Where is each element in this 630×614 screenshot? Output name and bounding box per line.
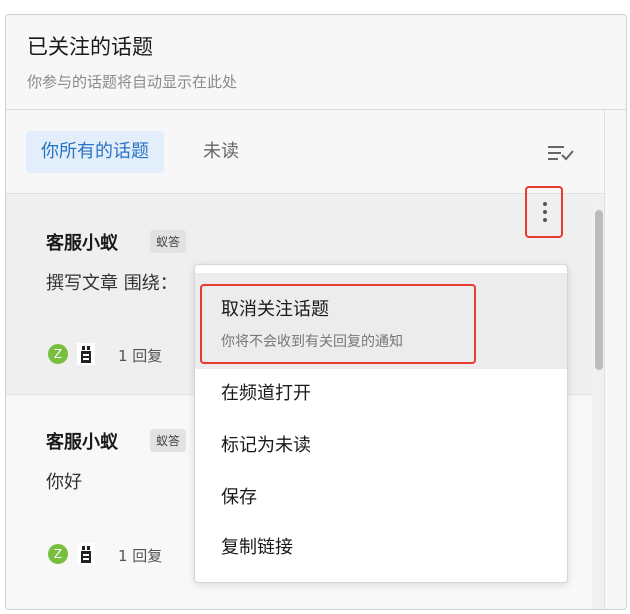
topic-badge: 蚁答 (150, 429, 187, 452)
tab-unread[interactable]: 未读 (203, 131, 239, 173)
panel-header: 已关注的话题 你参与的话题将自动显示在此处 (6, 15, 626, 110)
menu-item-copy-link[interactable]: 复制链接 (221, 533, 293, 559)
ant-avatar-icon (77, 343, 95, 365)
avatar: Z (48, 544, 68, 564)
scrollbar-thumb[interactable] (595, 210, 603, 370)
more-options-button[interactable] (525, 186, 563, 238)
menu-item-mark-unread[interactable]: 标记为未读 (221, 431, 311, 457)
menu-item-open-in-channel[interactable]: 在频道打开 (221, 379, 311, 405)
menu-item-save[interactable]: 保存 (221, 483, 257, 509)
unfollow-highlight (200, 284, 476, 364)
more-vertical-icon (543, 210, 547, 214)
tabs-bar: 你所有的话题 未读 (6, 110, 604, 194)
more-vertical-icon (543, 202, 547, 206)
side-strip (604, 110, 626, 609)
topic-author: 客服小蚁 (46, 432, 118, 453)
page-title: 已关注的话题 (27, 35, 153, 59)
topic-preview: 撰写文章 围绕： (46, 273, 178, 294)
filter-check-icon[interactable] (546, 144, 574, 162)
topic-badge: 蚁答 (150, 230, 187, 253)
topic-author: 客服小蚁 (46, 233, 118, 254)
avatar: Z (48, 344, 68, 364)
more-vertical-icon (543, 218, 547, 222)
reply-count: 1 回复 (118, 347, 163, 365)
ant-avatar-icon (77, 543, 95, 565)
page-subtitle: 你参与的话题将自动显示在此处 (27, 73, 238, 91)
reply-count: 1 回复 (118, 547, 163, 565)
topic-preview: 你好 (46, 472, 82, 493)
tab-all-topics[interactable]: 你所有的话题 (26, 131, 164, 173)
